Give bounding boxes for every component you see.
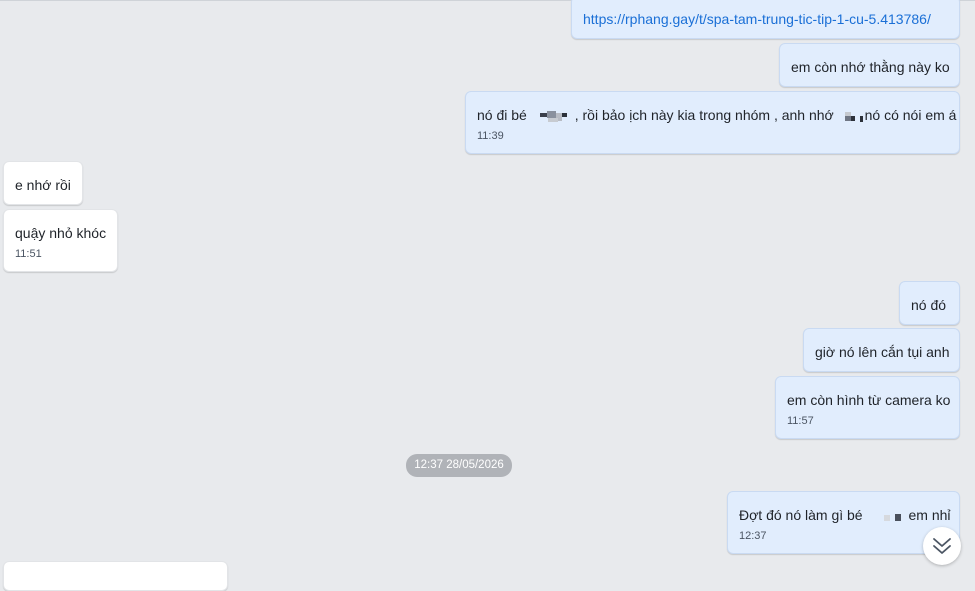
date-separator: 12:37 28/05/2026	[406, 454, 512, 477]
message-text-part: em nhỉ	[908, 507, 951, 523]
message-outgoing[interactable]: https://rphang.gay/t/spa-tam-trung-tic-t…	[571, 0, 960, 39]
message-text: nó đó	[911, 297, 947, 313]
redacted-name-blur	[843, 110, 865, 123]
message-text: giờ nó lên cắn tụi anh	[815, 344, 950, 360]
message-text-part: Đợt đó nó làm gì bé	[739, 507, 863, 523]
message-incoming[interactable]	[3, 561, 228, 591]
message-time: 11:51	[15, 248, 42, 260]
message-text-part: nó đi bé	[477, 107, 527, 123]
message-time: 12:37	[739, 530, 767, 542]
message-link[interactable]: https://rphang.gay/t/spa-tam-trung-tic-t…	[583, 10, 948, 28]
message-outgoing[interactable]: em còn nhớ thằng này ko	[779, 43, 960, 87]
message-text: e nhớ rồi	[15, 177, 71, 193]
message-time: 11:57	[787, 415, 814, 427]
message-text-part: , rồi bảo ịch này kia trong nhóm , anh n…	[574, 107, 834, 123]
message-text: em còn hình từ camera ko	[787, 392, 951, 408]
message-text: em còn nhớ thằng này ko	[791, 59, 950, 75]
scroll-to-bottom-button[interactable]	[923, 527, 961, 565]
message-outgoing[interactable]: nó đó	[899, 281, 960, 325]
redacted-name-blur	[874, 510, 904, 522]
message-incoming[interactable]: quậy nhỏ khóc 11:51	[3, 209, 118, 272]
message-text: nó đi bé , rồi bảo ịch này kia trong nhó…	[477, 106, 956, 124]
message-incoming[interactable]: e nhớ rồi	[3, 161, 83, 205]
message-text: Đợt đó nó làm gì bé em nhỉ	[739, 506, 951, 524]
message-outgoing[interactable]: nó đi bé , rồi bảo ịch này kia trong nhó…	[465, 91, 960, 154]
message-text: quậy nhỏ khóc	[15, 225, 107, 241]
message-text-part: nó có nói em á	[864, 107, 957, 123]
redacted-name-blur	[539, 110, 574, 123]
message-outgoing[interactable]: em còn hình từ camera ko 11:57	[775, 376, 960, 439]
double-chevron-down-icon	[933, 538, 951, 554]
message-outgoing[interactable]: giờ nó lên cắn tụi anh	[803, 328, 960, 372]
message-time: 11:39	[477, 130, 504, 142]
